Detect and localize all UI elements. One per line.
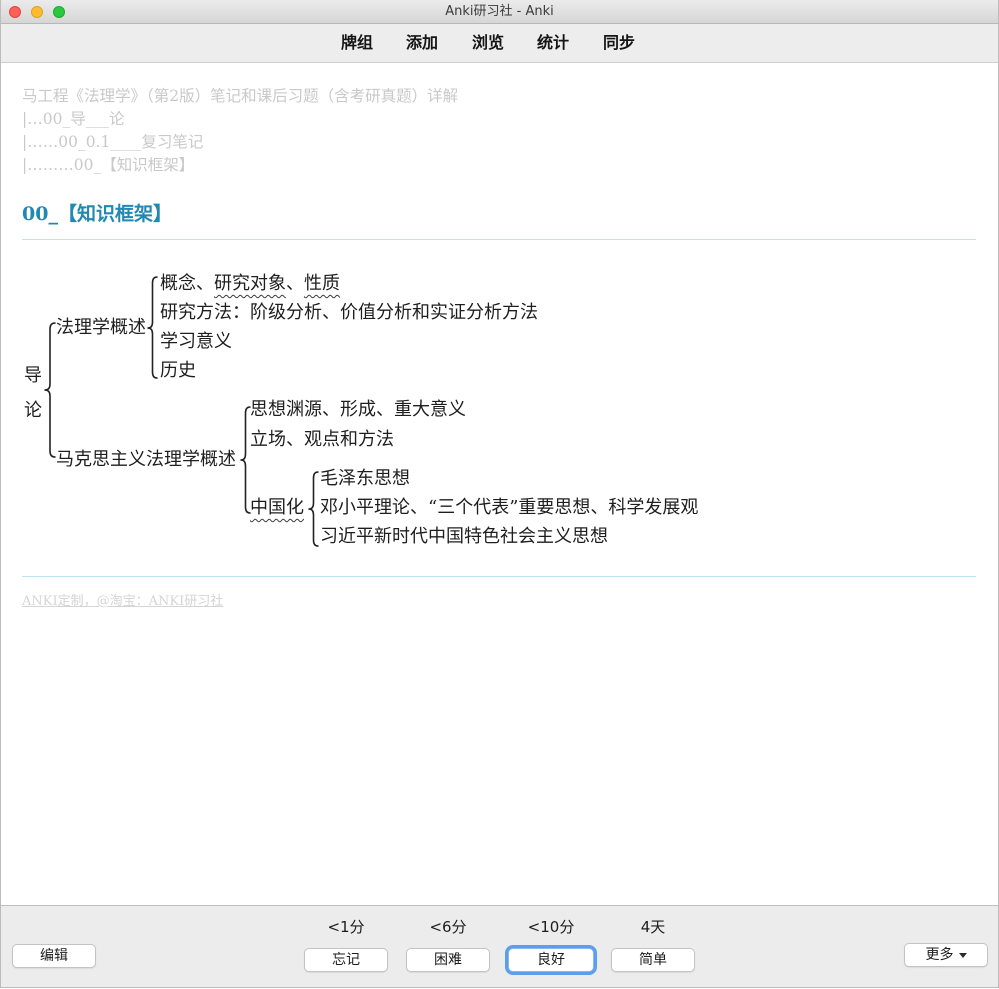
easy-button[interactable]: 简单 bbox=[611, 948, 695, 972]
brace-branch-1 bbox=[147, 276, 158, 379]
diagram-item: 邓小平理论、“三个代表”重要思想、科学发展观 bbox=[320, 497, 699, 518]
diagram-root-char: 论 bbox=[24, 400, 42, 421]
close-icon[interactable] bbox=[9, 6, 21, 18]
minimize-icon[interactable] bbox=[31, 6, 43, 18]
toolbar-browse[interactable]: 浏览 bbox=[455, 24, 521, 62]
brace-root bbox=[44, 322, 56, 458]
breadcrumb-chapter: |…00_导___论 bbox=[22, 110, 125, 128]
more-button-label: 更多 bbox=[925, 947, 954, 963]
diagram-item: 研究方法：阶级分析、价值分析和实证分析方法 bbox=[160, 302, 538, 323]
footer-divider bbox=[22, 576, 976, 577]
zoom-icon[interactable] bbox=[53, 6, 65, 18]
diagram-item: 立场、观点和方法 bbox=[250, 429, 394, 450]
diagram-item: 习近平新时代中国特色社会主义思想 bbox=[320, 526, 608, 547]
diagram-root-char: 导 bbox=[24, 365, 42, 386]
window-titlebar: Anki研习社 - Anki bbox=[0, 0, 999, 24]
diagram-item: 毛泽东思想 bbox=[320, 468, 410, 489]
main-toolbar: 牌组 添加 浏览 统计 同步 bbox=[0, 24, 999, 63]
diagram-item-segment: 、 bbox=[286, 273, 304, 294]
diagram-item-segment-emphasis: 性质 bbox=[304, 273, 340, 294]
diagram-item-segment: 概念、 bbox=[160, 273, 214, 294]
answer-interval: <6分 bbox=[429, 918, 467, 936]
brace-sinicization bbox=[308, 471, 319, 547]
diagram-item: 思想渊源、形成、重大意义 bbox=[250, 399, 466, 420]
diagram-subbranch-label: 中国化 bbox=[250, 497, 304, 518]
breadcrumb-section: |……00_0.1____复习笔记 bbox=[22, 133, 204, 151]
hard-button[interactable]: 困难 bbox=[406, 948, 490, 972]
answer-easy: 4天 简单 bbox=[611, 906, 695, 989]
knowledge-framework-diagram: 导 论 法理学概述 概念、研究对象、性质 研究方法：阶级分析、价值分析和实证分析… bbox=[0, 250, 760, 560]
toolbar-add[interactable]: 添加 bbox=[389, 24, 455, 62]
more-button[interactable]: 更多 bbox=[904, 943, 988, 967]
card-heading: 00_【知识框架】 bbox=[22, 203, 172, 225]
heading-divider bbox=[22, 239, 976, 240]
answer-hard: <6分 困难 bbox=[406, 906, 490, 989]
breadcrumb-book: 马工程《法理学》（第2版）笔记和课后习题（含考研真题）详解 bbox=[22, 87, 459, 105]
answer-interval: <10分 bbox=[527, 918, 575, 936]
reviewer-bottom-bar: 编辑 <1分 忘记 <6分 困难 <10分 良好 4天 简单 更多 bbox=[0, 905, 999, 988]
footer-link[interactable]: ANKI定制，@淘宝：ANKI研习社 bbox=[22, 593, 223, 611]
diagram-item: 学习意义 bbox=[160, 331, 232, 352]
card-view: 马工程《法理学》（第2版）笔记和课后习题（含考研真题）详解 |…00_导___论… bbox=[0, 63, 999, 905]
brace-branch-2 bbox=[240, 406, 251, 514]
diagram-item-segment-emphasis: 研究对象 bbox=[214, 273, 286, 294]
breadcrumb-subsection: |………00_【知识框架】 bbox=[22, 156, 195, 174]
toolbar-stats[interactable]: 统计 bbox=[520, 24, 586, 62]
diagram-branch-label: 马克思主义法理学概述 bbox=[56, 449, 236, 470]
toolbar-decks[interactable]: 牌组 bbox=[324, 24, 390, 62]
window-title: Anki研习社 - Anki bbox=[445, 4, 554, 19]
answer-interval: 4天 bbox=[640, 918, 666, 936]
answer-again: <1分 忘记 bbox=[304, 906, 388, 989]
diagram-branch-label: 法理学概述 bbox=[56, 317, 146, 338]
answer-good: <10分 良好 bbox=[508, 906, 594, 989]
chevron-down-icon bbox=[958, 952, 967, 958]
toolbar-sync[interactable]: 同步 bbox=[586, 24, 652, 62]
answer-interval: <1分 bbox=[327, 918, 365, 936]
diagram-item: 概念、研究对象、性质 bbox=[160, 272, 340, 296]
again-button[interactable]: 忘记 bbox=[304, 948, 388, 972]
edit-button[interactable]: 编辑 bbox=[12, 944, 96, 968]
diagram-item: 历史 bbox=[160, 360, 196, 381]
good-button[interactable]: 良好 bbox=[508, 948, 594, 972]
